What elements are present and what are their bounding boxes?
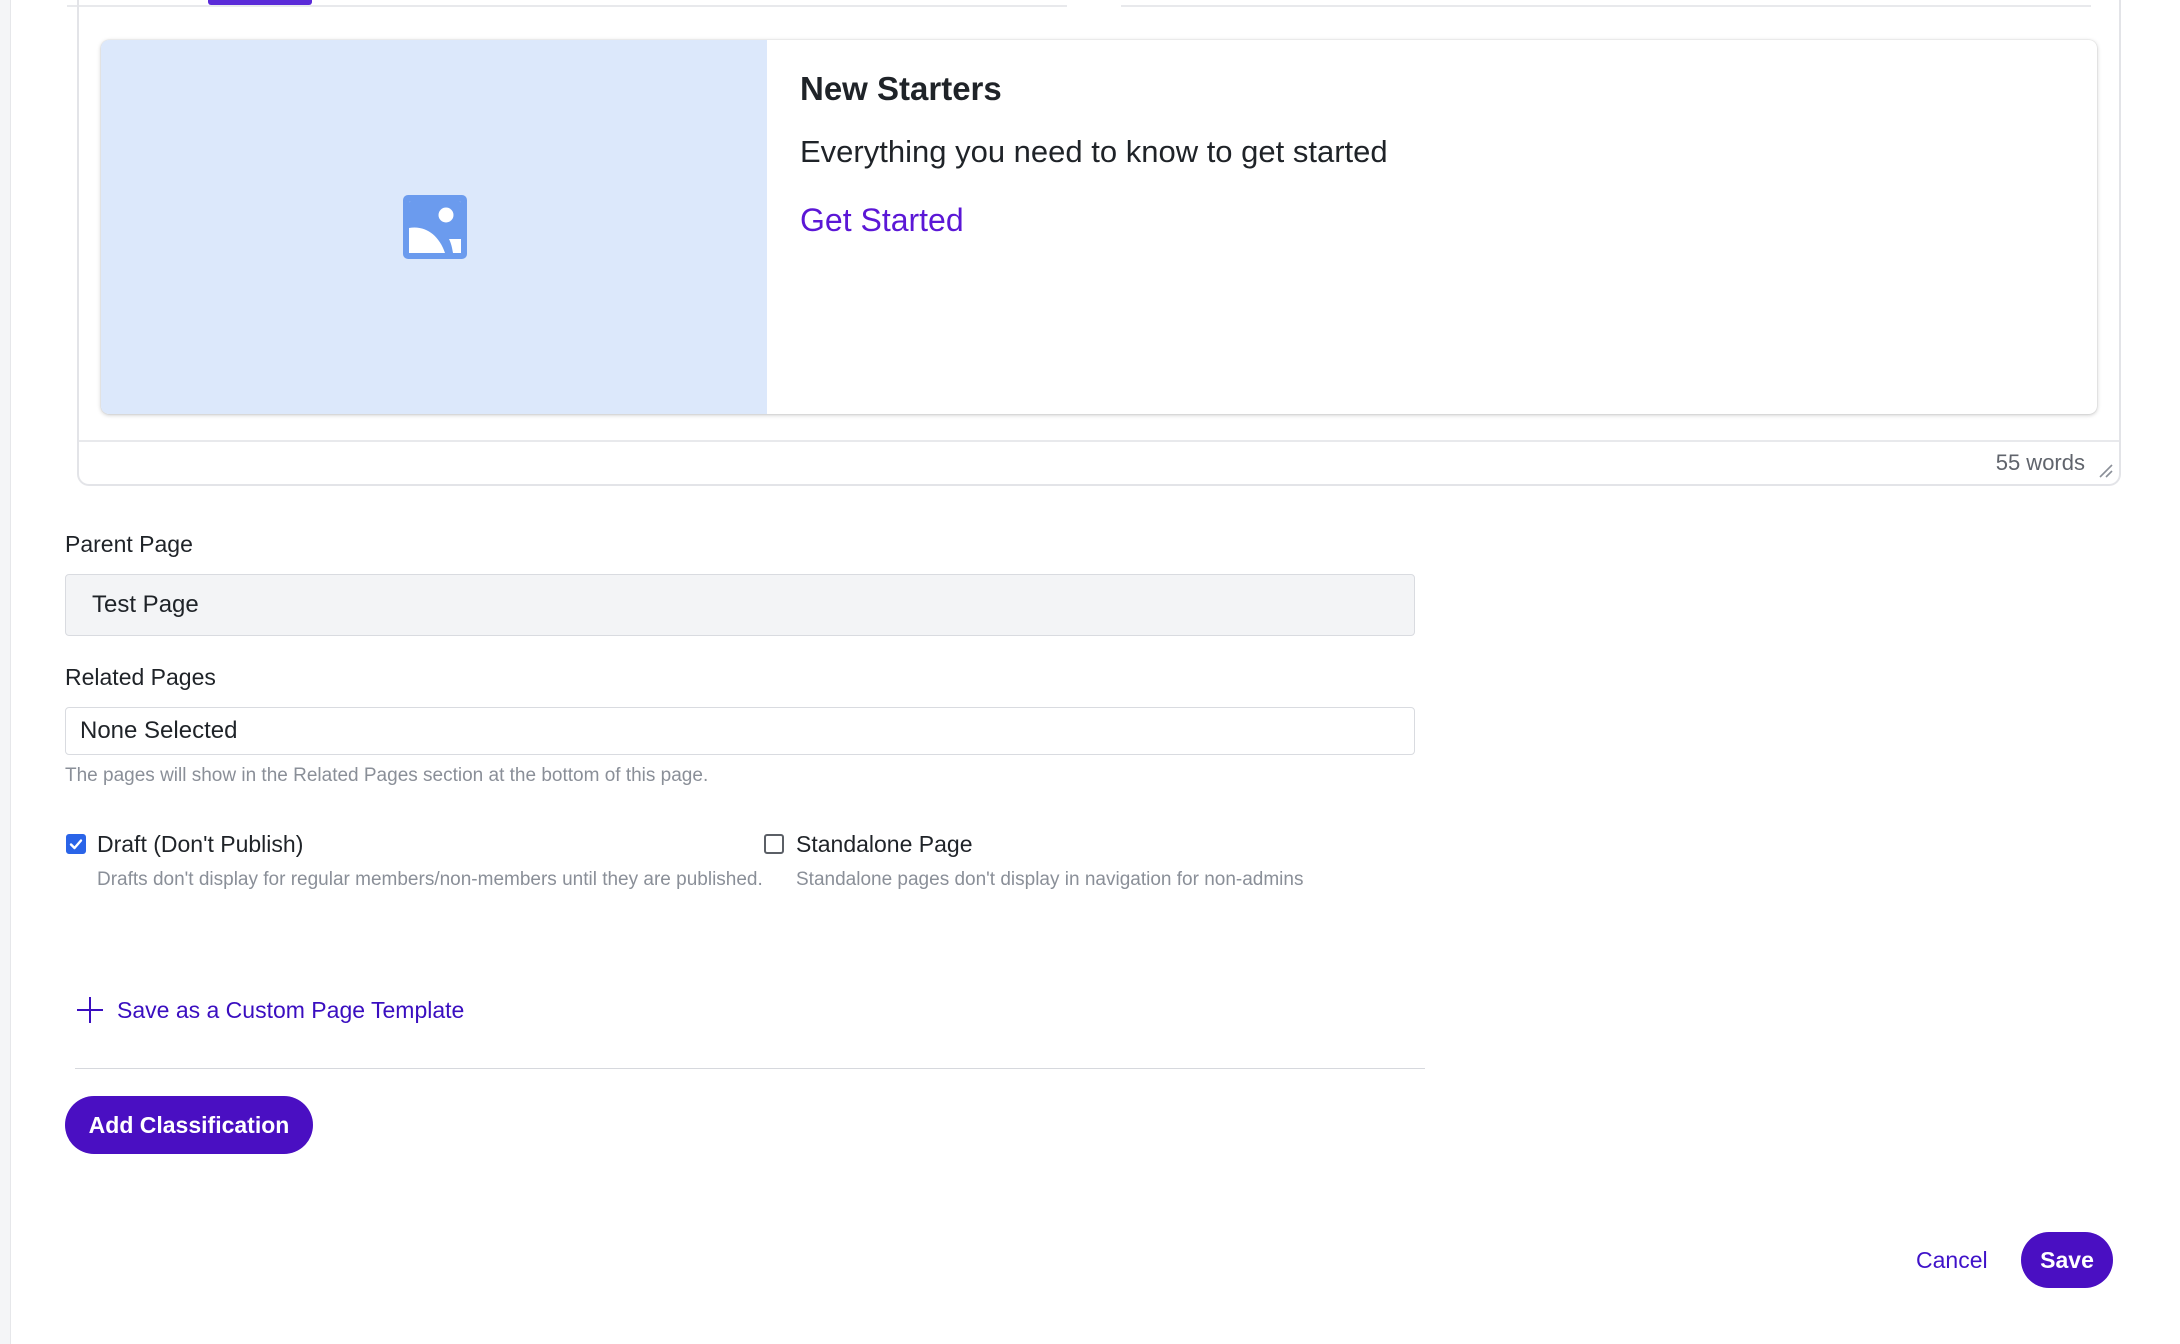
page-editor-panel: 55 words New Starters Everything you nee… (10, 0, 2180, 1344)
image-icon (403, 195, 467, 259)
card-description: Everything you need to know to get start… (800, 134, 1388, 169)
content-card[interactable]: New Starters Everything you need to know… (101, 40, 2097, 414)
parent-page-label: Parent Page (65, 531, 193, 557)
get-started-link[interactable]: Get Started (800, 202, 964, 239)
draft-help: Drafts don't display for regular members… (97, 869, 763, 890)
parent-page-field[interactable]: Test Page (65, 574, 1415, 636)
related-pages-help: The pages will show in the Related Pages… (65, 765, 709, 786)
draft-checkbox[interactable] (66, 834, 86, 854)
standalone-checkbox[interactable] (764, 834, 784, 854)
standalone-label[interactable]: Standalone Page (796, 831, 973, 858)
editor-footer: 55 words (79, 440, 2119, 484)
related-pages-select[interactable]: None Selected (65, 707, 1415, 755)
save-as-template-label: Save as a Custom Page Template (117, 996, 465, 1023)
resize-handle-icon[interactable] (2097, 462, 2113, 478)
card-image-placeholder[interactable] (101, 40, 767, 414)
section-divider (75, 1068, 1425, 1069)
checkmark-icon (69, 839, 83, 850)
save-button[interactable]: Save (2021, 1232, 2113, 1288)
card-title: New Starters (800, 70, 1002, 107)
plus-icon (77, 997, 103, 1023)
add-classification-button[interactable]: Add Classification (65, 1096, 313, 1154)
related-pages-label: Related Pages (65, 664, 216, 690)
standalone-help: Standalone pages don't display in naviga… (796, 869, 1304, 890)
draft-label[interactable]: Draft (Don't Publish) (97, 831, 303, 858)
word-count: 55 words (1995, 450, 2085, 475)
cancel-button[interactable]: Cancel (1916, 1247, 1988, 1274)
save-as-template-button[interactable]: Save as a Custom Page Template (75, 993, 464, 1027)
